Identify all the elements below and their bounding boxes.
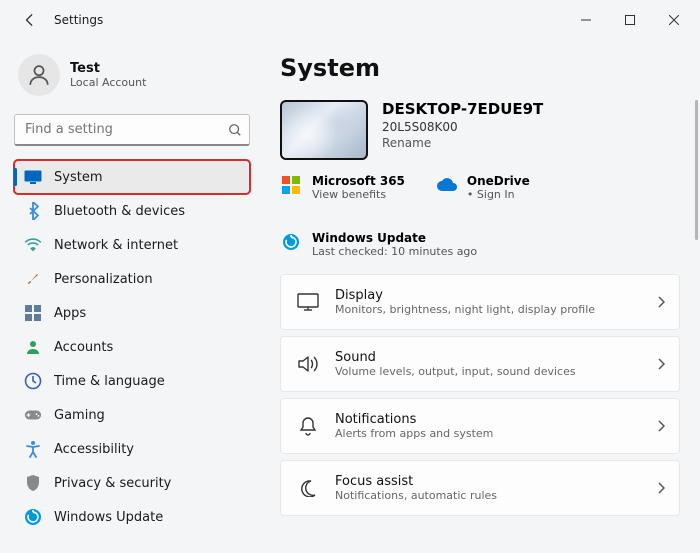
card-sub: Notifications, automatic rules bbox=[335, 489, 497, 502]
service-sub: Last checked: 10 minutes ago bbox=[312, 245, 477, 258]
card-sub: Monitors, brightness, night light, displ… bbox=[335, 303, 595, 316]
accessibility-icon bbox=[24, 440, 42, 458]
chevron-right-icon bbox=[657, 293, 665, 312]
sidebar-item-gaming[interactable]: Gaming bbox=[14, 398, 250, 432]
sidebar-item-label: Windows Update bbox=[54, 510, 163, 525]
sidebar-item-bluetooth[interactable]: Bluetooth & devices bbox=[14, 194, 250, 228]
card-notifications[interactable]: NotificationsAlerts from apps and system bbox=[280, 398, 680, 454]
search-icon bbox=[228, 122, 242, 141]
sidebar-item-apps[interactable]: Apps bbox=[14, 296, 250, 330]
page-heading: System bbox=[280, 54, 680, 82]
moon-icon bbox=[295, 479, 321, 497]
service-sub: Sign In bbox=[467, 188, 530, 201]
service-onedrive[interactable]: OneDriveSign In bbox=[435, 174, 530, 201]
sidebar-item-update[interactable]: Windows Update bbox=[14, 500, 250, 534]
device-block: DESKTOP-7EDUE9T 20L5S08K00 Rename bbox=[280, 100, 680, 160]
card-sub: Volume levels, output, input, sound devi… bbox=[335, 365, 576, 378]
apps-icon bbox=[24, 304, 42, 322]
window-title: Settings bbox=[54, 13, 103, 27]
sidebar-item-label: Bluetooth & devices bbox=[54, 204, 185, 219]
sidebar-item-label: Time & language bbox=[54, 374, 165, 389]
search-box bbox=[14, 114, 250, 146]
bell-icon bbox=[295, 416, 321, 436]
card-title: Notifications bbox=[335, 412, 493, 427]
sidebar-item-label: Apps bbox=[54, 306, 86, 321]
back-arrow-icon bbox=[23, 13, 37, 27]
clockglobe-icon bbox=[24, 372, 42, 390]
shield-icon bbox=[24, 474, 42, 492]
search-input[interactable] bbox=[14, 114, 250, 146]
m365-icon bbox=[280, 174, 302, 196]
sidebar-item-label: System bbox=[54, 170, 102, 185]
chevron-right-icon bbox=[657, 355, 665, 374]
cloud-icon bbox=[435, 174, 457, 196]
device-model: 20L5S08K00 bbox=[382, 120, 543, 134]
card-sub: Alerts from apps and system bbox=[335, 427, 493, 440]
wifi-icon bbox=[24, 236, 42, 254]
sidebar-item-time[interactable]: Time & language bbox=[14, 364, 250, 398]
sidebar-item-system[interactable]: System bbox=[14, 160, 250, 194]
sidebar-item-label: Network & internet bbox=[54, 238, 178, 253]
sidebar-item-privacy[interactable]: Privacy & security bbox=[14, 466, 250, 500]
services-row: Microsoft 365View benefits OneDriveSign I… bbox=[280, 174, 680, 258]
profile-subtitle: Local Account bbox=[70, 76, 146, 89]
monitor-outline-icon bbox=[295, 293, 321, 311]
brush-icon bbox=[24, 270, 42, 288]
chevron-right-icon bbox=[657, 479, 665, 498]
bluetooth-icon bbox=[24, 202, 42, 220]
service-winupdate[interactable]: Windows UpdateLast checked: 10 minutes a… bbox=[280, 231, 477, 258]
close-button[interactable] bbox=[652, 4, 696, 36]
sidebar-item-network[interactable]: Network & internet bbox=[14, 228, 250, 262]
avatar bbox=[18, 54, 60, 96]
maximize-icon bbox=[625, 15, 635, 25]
person-icon bbox=[26, 62, 52, 88]
device-rename-link[interactable]: Rename bbox=[382, 136, 543, 150]
service-m365[interactable]: Microsoft 365View benefits bbox=[280, 174, 405, 201]
sidebar: Test Local Account System Bluetooth & dev… bbox=[0, 40, 260, 553]
gamepad-icon bbox=[24, 406, 42, 424]
person-icon bbox=[24, 338, 42, 356]
card-title: Display bbox=[335, 288, 595, 303]
device-thumbnail bbox=[280, 100, 368, 160]
settings-cards: DisplayMonitors, brightness, night light… bbox=[280, 274, 680, 516]
sound-icon bbox=[295, 355, 321, 373]
sidebar-item-label: Accounts bbox=[54, 340, 113, 355]
service-sub: View benefits bbox=[312, 188, 405, 201]
sidebar-item-label: Personalization bbox=[54, 272, 153, 287]
main-content: System DESKTOP-7EDUE9T 20L5S08K00 Rename… bbox=[260, 40, 700, 553]
card-sound[interactable]: SoundVolume levels, output, input, sound… bbox=[280, 336, 680, 392]
chevron-right-icon bbox=[657, 417, 665, 436]
monitor-icon bbox=[24, 168, 42, 186]
sidebar-item-label: Gaming bbox=[54, 408, 105, 423]
minimize-icon bbox=[581, 15, 591, 25]
sidebar-item-personalization[interactable]: Personalization bbox=[14, 262, 250, 296]
close-icon bbox=[669, 15, 679, 25]
service-title: Windows Update bbox=[312, 231, 477, 245]
scrollbar[interactable] bbox=[695, 100, 698, 240]
device-name: DESKTOP-7EDUE9T bbox=[382, 100, 543, 118]
titlebar: Settings bbox=[0, 0, 700, 40]
card-focus[interactable]: Focus assistNotifications, automatic rul… bbox=[280, 460, 680, 516]
card-title: Sound bbox=[335, 350, 576, 365]
maximize-button[interactable] bbox=[608, 4, 652, 36]
card-title: Focus assist bbox=[335, 474, 497, 489]
profile-block[interactable]: Test Local Account bbox=[14, 48, 250, 108]
minimize-button[interactable] bbox=[564, 4, 608, 36]
card-display[interactable]: DisplayMonitors, brightness, night light… bbox=[280, 274, 680, 330]
service-title: Microsoft 365 bbox=[312, 174, 405, 188]
refresh-icon bbox=[24, 508, 42, 526]
service-title: OneDrive bbox=[467, 174, 530, 188]
sidebar-item-accessibility[interactable]: Accessibility bbox=[14, 432, 250, 466]
profile-name: Test bbox=[70, 61, 146, 76]
sidebar-item-label: Accessibility bbox=[54, 442, 134, 457]
sidebar-item-label: Privacy & security bbox=[54, 476, 171, 491]
back-button[interactable] bbox=[16, 6, 44, 34]
sidebar-item-accounts[interactable]: Accounts bbox=[14, 330, 250, 364]
refresh-icon bbox=[280, 231, 302, 253]
